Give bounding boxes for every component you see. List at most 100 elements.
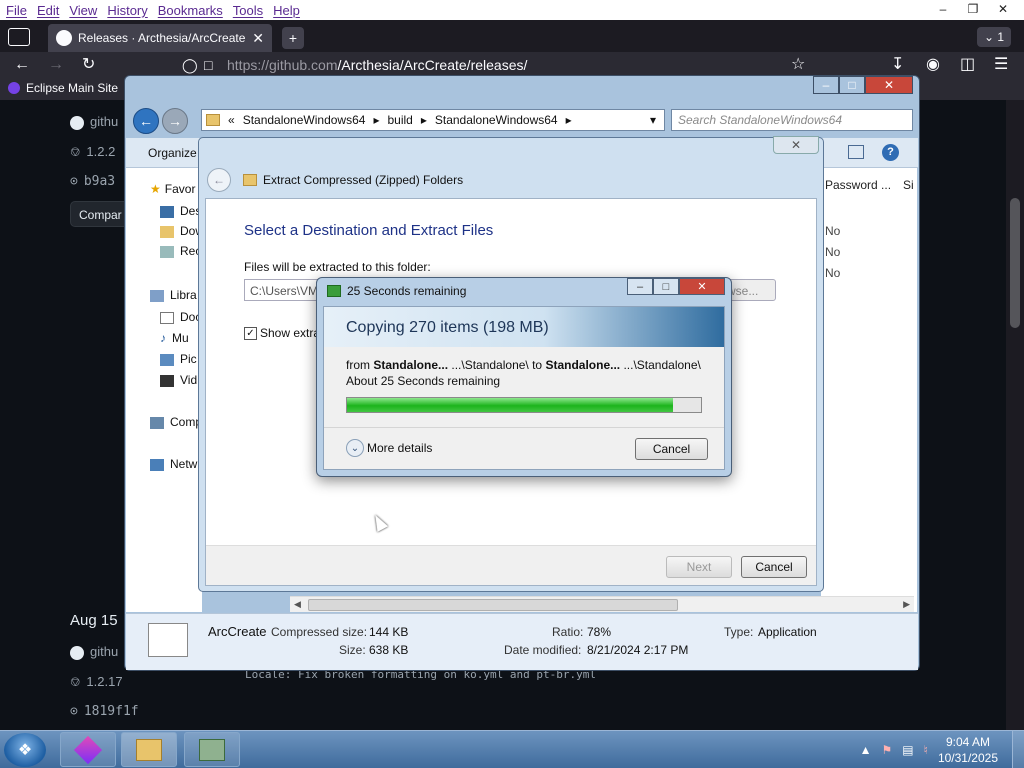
close-icon[interactable]: ✕ bbox=[679, 278, 725, 295]
scrollbar-thumb[interactable] bbox=[308, 599, 678, 611]
show-extracted-checkbox[interactable]: ✓ Show extra bbox=[244, 326, 320, 340]
taskbar-copy[interactable] bbox=[184, 732, 240, 767]
scroll-right-icon[interactable]: ▶ bbox=[903, 599, 910, 610]
menu-tools[interactable]: Tools bbox=[233, 3, 263, 18]
new-tab-icon[interactable]: + bbox=[282, 27, 304, 49]
close-icon[interactable]: ✕ bbox=[988, 0, 1018, 18]
nav-documents[interactable]: Doc bbox=[160, 310, 201, 324]
forward-arrow-icon[interactable]: → bbox=[162, 108, 188, 134]
menu-history[interactable]: History bbox=[107, 3, 147, 18]
release-author[interactable]: githu bbox=[70, 114, 118, 130]
nav-videos[interactable]: Vid bbox=[160, 373, 197, 387]
horizontal-scrollbar[interactable]: ◀ ▶ bbox=[290, 596, 914, 612]
minimize-icon[interactable]: – bbox=[928, 0, 958, 18]
nav-computer[interactable]: Comp bbox=[150, 415, 202, 429]
maximize-icon[interactable]: □ bbox=[839, 76, 865, 94]
cancel-button[interactable]: Cancel bbox=[741, 556, 807, 578]
chevron-down-icon[interactable]: ▾ bbox=[650, 113, 656, 127]
next-button[interactable]: Next bbox=[666, 556, 732, 578]
copy-icon bbox=[199, 738, 225, 761]
action-center-icon[interactable]: ⚑ bbox=[882, 743, 893, 757]
release-commit[interactable]: ⊙ b9a3 bbox=[70, 174, 115, 189]
release-tag-2[interactable]: ⎊ 1.2.17 bbox=[70, 674, 123, 690]
tab-overview-icon[interactable] bbox=[8, 28, 30, 46]
url-bar[interactable]: https://github.com/Arcthesia/ArcCreate/r… bbox=[227, 57, 527, 73]
path-segment-3[interactable]: StandaloneWindows64 bbox=[435, 113, 558, 127]
path-segment-1[interactable]: StandaloneWindows64 bbox=[243, 113, 366, 127]
menu-bookmarks[interactable]: Bookmarks bbox=[158, 3, 223, 18]
nav-recent[interactable]: Rec bbox=[160, 244, 201, 258]
back-arrow-icon[interactable]: ← bbox=[207, 168, 231, 192]
account-icon[interactable]: ◉ bbox=[926, 56, 940, 74]
show-desktop-button[interactable] bbox=[1012, 731, 1024, 768]
file-name: ArcCreate bbox=[208, 624, 267, 639]
address-bar[interactable]: « StandaloneWindows64 ▸ build ▸ Standalo… bbox=[201, 109, 665, 131]
menu-help[interactable]: Help bbox=[273, 3, 300, 18]
close-icon[interactable]: ✕ bbox=[773, 136, 819, 154]
help-icon[interactable]: ? bbox=[882, 144, 899, 161]
maximize-icon[interactable]: □ bbox=[653, 278, 679, 295]
compare-button[interactable]: Compar bbox=[70, 201, 130, 227]
nav-libraries[interactable]: Libra bbox=[150, 288, 197, 302]
back-icon[interactable]: ← bbox=[14, 56, 30, 74]
forward-icon[interactable]: → bbox=[48, 56, 64, 74]
clock[interactable]: 9:04 AM 10/31/2025 bbox=[938, 734, 998, 766]
taskbar: ❖ ▲ ⚑ ▤ ♮ 9:04 AM 10/31/2025 bbox=[0, 730, 1024, 768]
menu-view[interactable]: View bbox=[69, 3, 97, 18]
organize-button[interactable]: Organize bbox=[148, 146, 197, 160]
nav-music[interactable]: ♪ Mu bbox=[160, 331, 189, 345]
lock-icon[interactable]: □ bbox=[204, 56, 212, 74]
destination-link[interactable]: Standalone... bbox=[545, 358, 620, 372]
row-password: No bbox=[825, 266, 841, 280]
network-icon[interactable]: ▤ bbox=[902, 743, 913, 757]
nav-network[interactable]: Netw bbox=[150, 457, 197, 471]
column-size[interactable]: Si bbox=[903, 178, 914, 192]
bookmark-eclipse[interactable]: Eclipse Main Site bbox=[8, 81, 118, 95]
search-input[interactable]: Search StandaloneWindows64 bbox=[671, 109, 913, 131]
release-author-2[interactable]: githu bbox=[70, 644, 118, 660]
release-tag[interactable]: ⎊ 1.2.2 bbox=[70, 144, 115, 160]
tab-list-button[interactable]: ⌄ 1 bbox=[977, 27, 1011, 47]
hamburger-menu-icon[interactable]: ☰ bbox=[994, 56, 1008, 74]
scrollbar-thumb[interactable] bbox=[1010, 198, 1020, 328]
minimize-icon[interactable]: – bbox=[813, 76, 839, 94]
taskbar-firefox[interactable] bbox=[60, 732, 116, 767]
menu-file[interactable]: File bbox=[6, 3, 27, 18]
destination-input[interactable]: C:\Users\VM bbox=[244, 279, 324, 301]
reload-icon[interactable]: ↻ bbox=[82, 56, 95, 74]
page-scrollbar[interactable] bbox=[1006, 100, 1024, 730]
extensions-icon[interactable]: ◫ bbox=[960, 56, 975, 74]
tab-releases[interactable]: Releases · Arcthesia/ArcCreate ✕ bbox=[48, 24, 272, 52]
bookmark-star-icon[interactable]: ☆ bbox=[791, 56, 805, 74]
checkmark-icon: ✓ bbox=[244, 326, 257, 340]
download-icon[interactable]: ↧ bbox=[891, 56, 904, 74]
minimize-icon[interactable]: – bbox=[627, 278, 653, 295]
back-arrow-icon[interactable]: ← bbox=[133, 108, 159, 134]
compressed-size-label: Compressed size: bbox=[271, 625, 368, 639]
chevron-right-icon: ▸ bbox=[373, 113, 380, 127]
nav-favorites[interactable]: ★ Favor bbox=[150, 182, 195, 196]
path-overflow[interactable]: « bbox=[228, 113, 235, 127]
videos-icon bbox=[160, 374, 174, 387]
restore-icon[interactable]: ❐ bbox=[958, 0, 988, 18]
nav-pictures[interactable]: Pic bbox=[160, 352, 197, 366]
scroll-left-icon[interactable]: ◀ bbox=[294, 599, 301, 610]
release-commit-2[interactable]: ⊙ 1819f1f bbox=[70, 704, 139, 719]
column-password[interactable]: Password ... bbox=[825, 178, 891, 192]
source-link[interactable]: Standalone... bbox=[373, 358, 448, 372]
show-hidden-icon[interactable]: ▲ bbox=[860, 743, 872, 757]
more-details-toggle[interactable]: ⌄ More details bbox=[346, 439, 432, 457]
computer-icon bbox=[150, 416, 164, 429]
copy-cancel-button[interactable]: Cancel bbox=[635, 438, 708, 460]
close-icon[interactable]: ✕ bbox=[865, 76, 913, 94]
menu-edit[interactable]: Edit bbox=[37, 3, 59, 18]
preview-pane-icon[interactable] bbox=[848, 145, 864, 159]
volume-muted-icon[interactable]: ♮ bbox=[924, 743, 928, 757]
clock-date: 10/31/2025 bbox=[937, 750, 998, 765]
tab-close-icon[interactable]: ✕ bbox=[252, 30, 264, 47]
shield-icon[interactable]: ◯ bbox=[182, 56, 198, 74]
taskbar-explorer[interactable] bbox=[121, 732, 177, 767]
path-segment-2[interactable]: build bbox=[387, 113, 412, 127]
star-icon: ★ bbox=[150, 182, 161, 196]
start-button[interactable]: ❖ bbox=[4, 733, 46, 767]
